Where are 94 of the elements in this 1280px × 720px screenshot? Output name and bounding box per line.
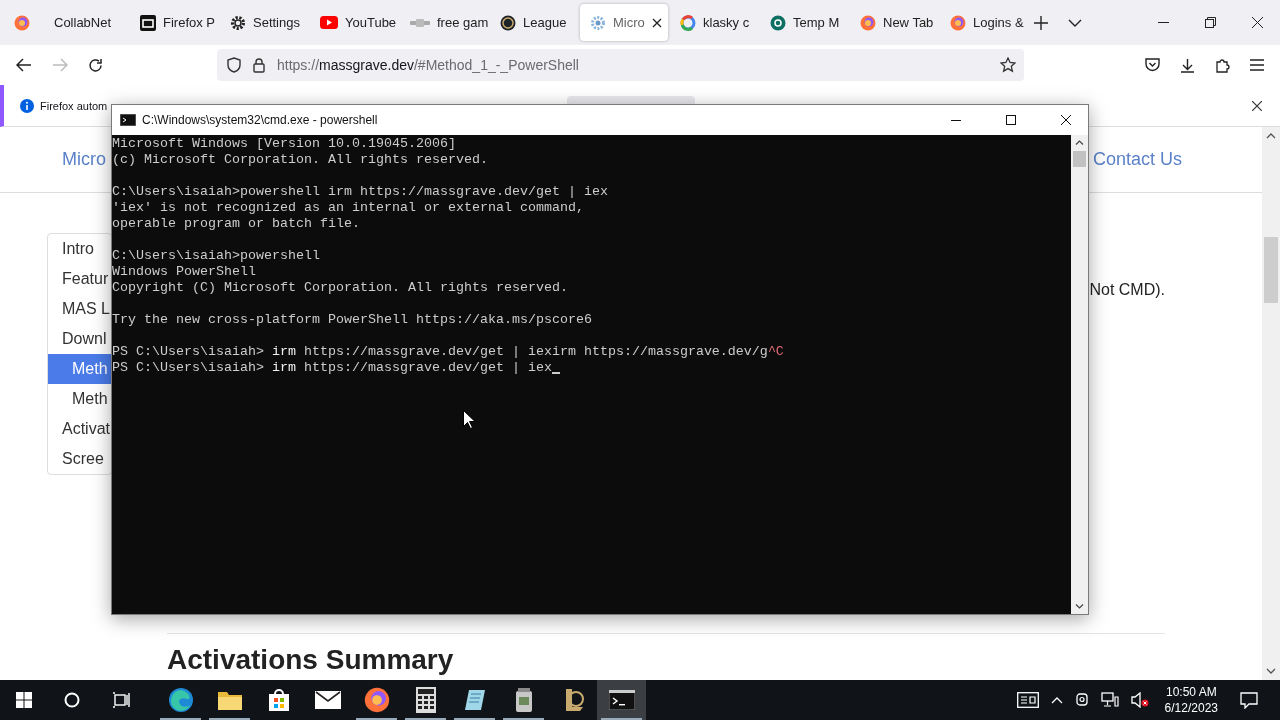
console-line: PS C:\Users\isaiah> irm https://massgrave.dev/get | iex xyxy=(112,360,552,376)
folder-icon xyxy=(216,689,243,711)
console-line: PS C:\Users\isaiah> irm https://massgrave.dev/get | iexirm https://massgrave.dev/g^C xyxy=(112,344,784,360)
puzzle-icon[interactable] xyxy=(1215,57,1230,73)
console-line: Copyright (C) Microsoft Corporation. All rights reserved. xyxy=(112,280,568,296)
shopping-bag-icon xyxy=(266,688,291,712)
url-text: https://massgrave.dev/#Method_1_-_PowerShell xyxy=(277,57,579,73)
news-icon[interactable] xyxy=(1016,692,1039,708)
plus-icon[interactable] xyxy=(1034,15,1048,30)
close-icon[interactable] xyxy=(1252,100,1262,111)
browser-logo-icon xyxy=(860,14,876,31)
chevron-down-icon[interactable] xyxy=(1266,668,1276,674)
browser-logo-icon xyxy=(950,14,966,31)
close-icon[interactable] xyxy=(1061,115,1071,125)
section-heading: Activations Summary xyxy=(167,644,455,677)
browser-tab[interactable]: New Tab xyxy=(850,4,938,41)
scrollbar[interactable] xyxy=(1071,135,1088,614)
terminal-icon xyxy=(120,114,136,126)
sidebar-item[interactable]: MAS L xyxy=(48,294,111,324)
body-text: Not CMD). xyxy=(1089,281,1165,299)
console-line: 'iex' is not recognized as an internal or external command, xyxy=(112,200,584,216)
notebook-icon xyxy=(462,688,487,712)
sidebar-item[interactable]: Intro xyxy=(48,234,111,264)
scrollbar-thumb[interactable] xyxy=(1073,151,1086,167)
contact-link[interactable]: Contact Us xyxy=(1092,149,1182,170)
minimize-icon[interactable] xyxy=(951,119,961,121)
browser-tab[interactable]: free gam xyxy=(400,4,488,41)
emblem-icon xyxy=(500,14,516,31)
speaker-muted-icon[interactable] xyxy=(1130,692,1149,708)
browser-tab[interactable]: League xyxy=(490,4,578,41)
search-icon[interactable] xyxy=(64,692,80,708)
task-view-icon[interactable] xyxy=(112,692,130,708)
window-title: C:\Windows\system32\cmd.exe - powershell xyxy=(142,113,378,127)
chevron-up-icon[interactable] xyxy=(1266,133,1276,139)
notification-text: Firefox autom xyxy=(40,99,108,112)
taskbar-app-button[interactable] xyxy=(597,680,646,720)
scrollbar[interactable] xyxy=(1262,127,1280,680)
device-icon[interactable] xyxy=(1074,692,1089,708)
mouse-pointer-icon xyxy=(463,410,475,429)
shield-icon[interactable] xyxy=(227,57,241,73)
browser-logo-icon xyxy=(167,687,194,713)
browser-tab[interactable]: Micro xyxy=(580,4,668,41)
star-icon[interactable] xyxy=(1000,57,1016,73)
clock-time[interactable]: 10:50 AM xyxy=(1165,684,1217,700)
back-arrow-icon[interactable] xyxy=(16,58,32,72)
reload-icon[interactable] xyxy=(88,57,103,73)
browser-tab[interactable]: Firefox P xyxy=(130,4,218,41)
maximize-icon[interactable] xyxy=(1006,115,1016,125)
gear-icon xyxy=(590,14,606,31)
clock-date[interactable]: 6/12/2023 xyxy=(1164,700,1218,716)
browser-logo-icon xyxy=(363,687,390,713)
sidebar-item[interactable]: Meth xyxy=(48,354,111,384)
browser-tab[interactable]: CollabNet xyxy=(40,4,128,41)
terminal-icon xyxy=(608,690,635,710)
close-icon[interactable] xyxy=(1252,17,1263,28)
notification-icon[interactable] xyxy=(1240,691,1258,709)
console-line: C:\Users\isaiah>powershell xyxy=(112,248,320,264)
browser-tab[interactable]: Temp M xyxy=(760,4,848,41)
sidebar-item[interactable]: Downl xyxy=(48,324,111,354)
play-icon xyxy=(320,16,338,29)
close-icon[interactable] xyxy=(651,17,662,28)
sidebar-item[interactable]: Activat xyxy=(48,414,111,444)
browser-tab[interactable]: Settings xyxy=(220,4,308,41)
sidebar-item[interactable]: Featur xyxy=(48,264,111,294)
console-line: (c) Microsoft Corporation. All rights reserved. xyxy=(112,152,488,168)
site-title[interactable]: Micro xyxy=(62,149,106,170)
sidebar-item[interactable]: Meth xyxy=(48,384,111,414)
logo-icon xyxy=(410,17,430,28)
browser-tab[interactable]: Logins & xyxy=(940,4,1028,41)
pocket-icon[interactable] xyxy=(1145,58,1160,72)
console-line: operable program or batch file. xyxy=(112,216,360,232)
console-line: Try the new cross-platform PowerShell https://aka.ms/pscore6 xyxy=(112,312,592,328)
calculator-icon xyxy=(415,687,436,713)
gear-icon xyxy=(230,14,246,31)
browser-tab[interactable]: klasky c xyxy=(670,4,758,41)
console-line: Windows PowerShell xyxy=(112,264,256,280)
circle-logo-icon xyxy=(770,14,786,31)
address-bar[interactable]: https://massgrave.dev/#Method_1_-_PowerShell xyxy=(217,49,1024,81)
chevron-down-icon[interactable] xyxy=(1068,18,1082,27)
envelope-icon xyxy=(314,691,341,709)
restore-icon[interactable] xyxy=(1205,17,1216,28)
browser-tab[interactable]: YouTube xyxy=(310,4,398,41)
console-line: Microsoft Windows [Version 10.0.19045.2006] xyxy=(112,136,456,152)
scrollbar-thumb[interactable] xyxy=(1264,237,1278,303)
info-icon xyxy=(20,98,34,113)
download-icon[interactable] xyxy=(1180,57,1195,73)
windows-logo-icon[interactable] xyxy=(16,692,32,708)
menu-icon[interactable] xyxy=(1250,59,1264,71)
logo-icon xyxy=(140,14,156,31)
console-line: C:\Users\isaiah>powershell irm https://massgrave.dev/get | iex xyxy=(112,184,608,200)
lock-icon[interactable] xyxy=(253,57,265,73)
network-icon[interactable] xyxy=(1100,692,1119,708)
ring-icon xyxy=(680,14,696,31)
sidebar-item[interactable]: Scree xyxy=(48,444,111,474)
